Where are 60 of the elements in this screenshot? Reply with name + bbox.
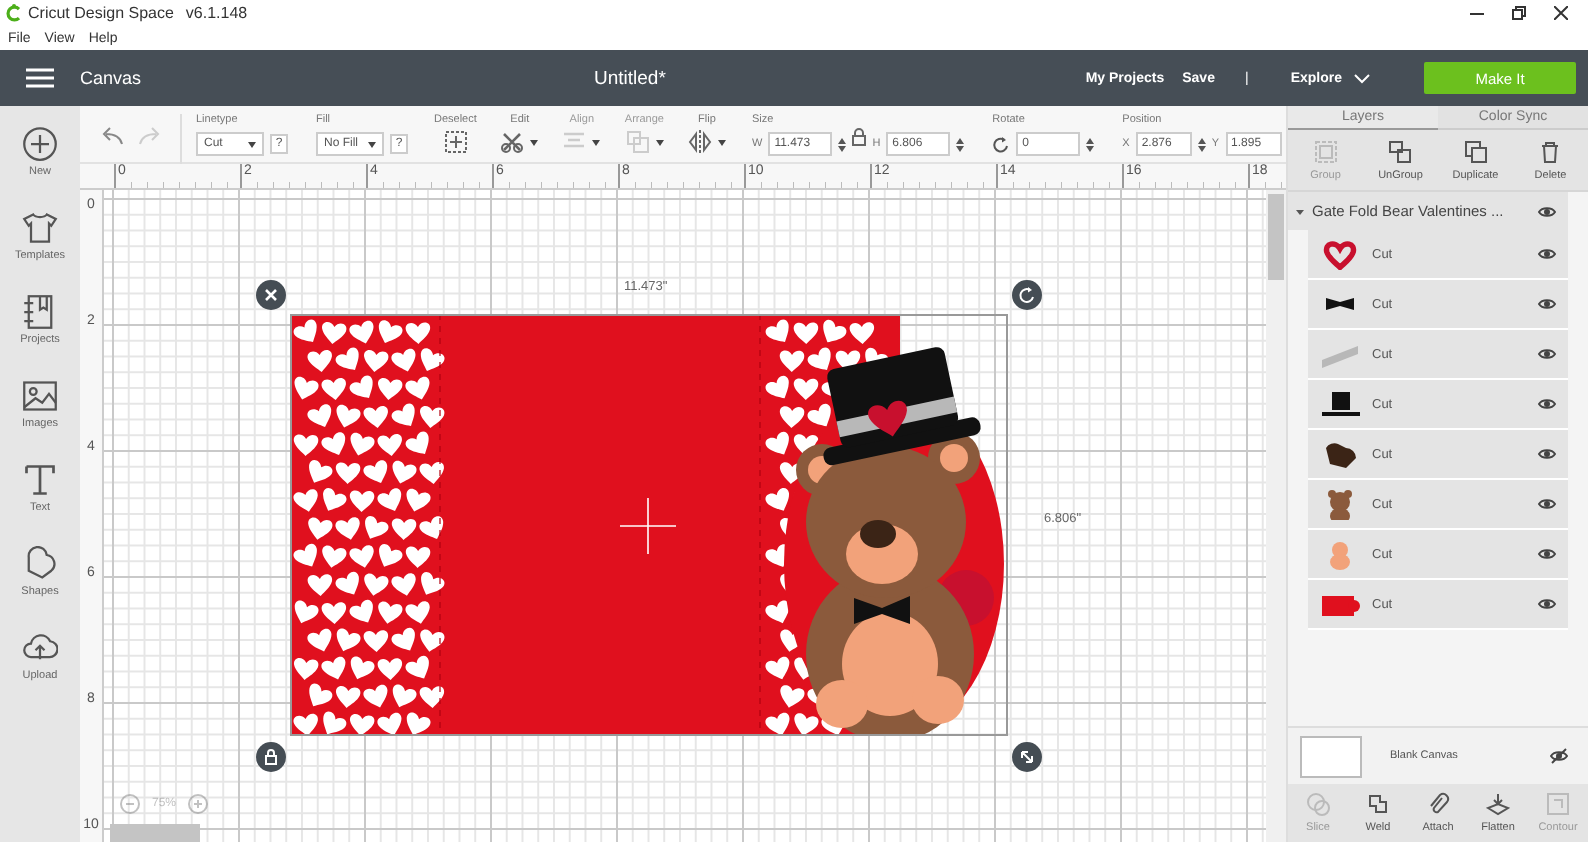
ungroup-icon: [1388, 139, 1413, 163]
caret-icon: [655, 139, 664, 145]
group-icon: [1313, 139, 1338, 163]
eye-icon[interactable]: [1538, 446, 1556, 462]
caret-icon: [248, 141, 256, 147]
caret-down-icon[interactable]: [1296, 207, 1304, 215]
eye-icon[interactable]: [1538, 296, 1556, 312]
caret-icon: [368, 141, 376, 147]
menu-icon[interactable]: [26, 68, 54, 88]
eye-icon[interactable]: [1538, 596, 1556, 612]
eye-icon[interactable]: [1538, 203, 1556, 219]
spinner-icon: [956, 137, 965, 151]
slice-icon: [1306, 792, 1330, 816]
close-handle-icon[interactable]: [256, 280, 286, 310]
projects-icon: [22, 294, 58, 330]
lock-handle-icon[interactable]: [256, 742, 286, 772]
spinner-icon: [1197, 137, 1206, 151]
templates-icon: [21, 210, 58, 246]
delete-icon: [1538, 139, 1563, 163]
caret-icon: [717, 139, 726, 145]
rotate-icon: [992, 135, 1011, 153]
hidden-eye-icon[interactable]: [1550, 748, 1568, 764]
lock-icon[interactable]: [852, 127, 867, 145]
duplicate-icon: [1463, 139, 1488, 163]
edit-icon: [500, 130, 525, 154]
eye-icon[interactable]: [1538, 246, 1556, 262]
eye-icon[interactable]: [1538, 396, 1556, 412]
undo-icon[interactable]: [100, 126, 124, 146]
deselect-icon: [443, 130, 468, 154]
resize-handle-icon[interactable]: [1012, 742, 1042, 772]
shapes-icon: [22, 546, 58, 582]
contour-icon: [1546, 792, 1570, 816]
close-icon[interactable]: [1554, 6, 1568, 20]
logo-icon: [6, 4, 22, 22]
crosshair-icon: [620, 498, 676, 554]
spinner-icon: [1086, 137, 1095, 151]
caret-icon: [530, 139, 539, 145]
app-version: v6.1.148: [185, 4, 248, 22]
plus-circle-icon: [22, 126, 58, 162]
attach-icon: [1426, 792, 1450, 816]
flatten-icon: [1486, 792, 1510, 816]
arrange-icon: [625, 130, 650, 154]
flip-icon: [687, 130, 712, 154]
text-icon: [22, 462, 58, 498]
rotate-handle-icon[interactable]: [1012, 280, 1042, 310]
spinner-icon: [838, 137, 847, 151]
images-icon: [21, 378, 58, 414]
restore-icon[interactable]: [1512, 6, 1526, 20]
canvas-thumbnail: [1300, 735, 1362, 777]
eye-icon[interactable]: [1538, 346, 1556, 362]
section-title: Canvas: [80, 68, 142, 88]
app-title: Cricut Design Space: [28, 4, 174, 22]
weld-icon: [1366, 792, 1390, 816]
document-title: Untitled*: [594, 68, 666, 90]
eye-icon[interactable]: [1538, 496, 1556, 512]
eye-icon[interactable]: [1538, 546, 1556, 562]
caret-icon: [592, 139, 601, 145]
horizontal-scrollbar[interactable]: [110, 824, 200, 842]
vertical-scrollbar[interactable]: [1268, 194, 1284, 280]
chevron-down-icon: [1354, 73, 1370, 83]
